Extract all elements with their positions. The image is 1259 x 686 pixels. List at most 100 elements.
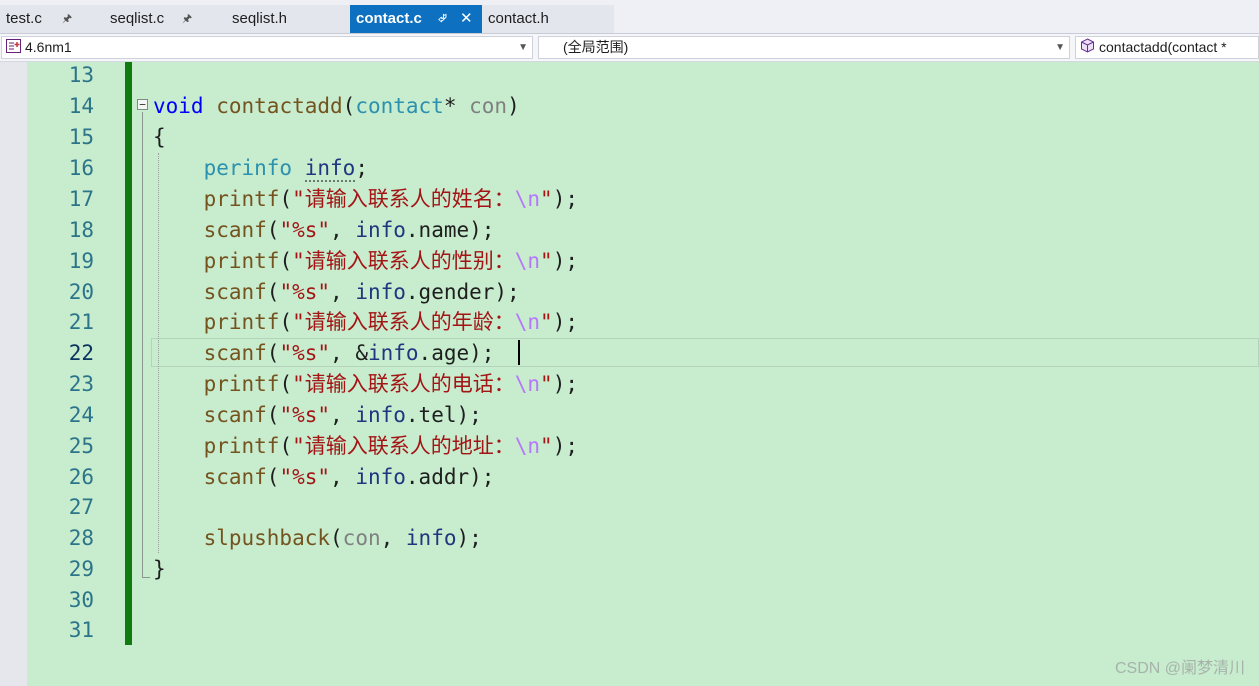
- code-line-23[interactable]: printf("请输入联系人的电话：\n");: [153, 369, 578, 400]
- method-cube-icon: [1080, 38, 1095, 58]
- function-name: printf: [203, 249, 280, 273]
- string-literal: "%s": [279, 465, 331, 489]
- tab-label: contact.c: [356, 10, 422, 27]
- function-name: printf: [203, 434, 280, 458]
- parameter: con: [469, 94, 508, 118]
- line-number: 24: [68, 403, 94, 427]
- document-tab-strip: test.c 🖈︎ seqlist.c 🖈︎ seqlist.h contact…: [0, 0, 1259, 34]
- code-line-16[interactable]: perinfo info;: [153, 153, 368, 184]
- variable: info: [355, 218, 406, 242]
- string-literal: "请输入联系人的电话：: [292, 372, 515, 396]
- type-name: contact: [355, 94, 444, 118]
- member-access: .tel);: [405, 403, 482, 427]
- line-number: 20: [68, 280, 94, 304]
- code-line-20[interactable]: scanf("%s", info.gender);: [153, 277, 520, 308]
- pin-icon[interactable]: 🖈︎: [62, 5, 72, 33]
- tab-label: seqlist.c: [110, 10, 165, 27]
- keyword: void: [153, 94, 204, 118]
- parameter: con: [342, 526, 381, 550]
- string-literal: "%s": [279, 280, 331, 304]
- member-name: contactadd(contact *: [1099, 39, 1227, 55]
- tab-label: seqlist.h: [232, 10, 288, 27]
- code-line-15[interactable]: {: [153, 122, 166, 153]
- tab-contact-h[interactable]: contact.h: [482, 5, 614, 33]
- code-line-22[interactable]: scanf("%s", &info.age);: [153, 338, 495, 369]
- variable: info: [304, 156, 356, 182]
- code-line-29[interactable]: }: [153, 554, 166, 585]
- line-number: 26: [68, 465, 94, 489]
- string-literal: "请输入联系人的地址：: [292, 434, 515, 458]
- tab-seqlist-c[interactable]: seqlist.c 🖈︎: [104, 5, 226, 33]
- pin-icon[interactable]: ⮰: [438, 5, 447, 33]
- line-number: 31: [68, 618, 94, 642]
- collapse-icon[interactable]: −: [137, 99, 148, 110]
- line-number: 16: [68, 156, 94, 180]
- function-name: printf: [203, 310, 280, 334]
- line-number: 15: [68, 125, 94, 149]
- tab-label: contact.h: [488, 10, 549, 27]
- code-line-21[interactable]: printf("请输入联系人的年龄：\n");: [153, 307, 578, 338]
- outline-end: [142, 577, 150, 578]
- code-line-19[interactable]: printf("请输入联系人的性别：\n");: [153, 246, 578, 277]
- line-number: 18: [68, 218, 94, 242]
- string-literal: "%s": [279, 218, 331, 242]
- member-access: .name);: [405, 218, 495, 242]
- code-line-14[interactable]: void contactadd(contact* con): [153, 91, 520, 122]
- tab-label: test.c: [6, 10, 42, 27]
- function-name: scanf: [203, 403, 267, 427]
- project-dropdown[interactable]: 4.6nm1 ▼: [1, 36, 533, 59]
- code-line-26[interactable]: scanf("%s", info.addr);: [153, 462, 495, 493]
- escape-sequence: \n: [514, 249, 541, 273]
- function-name: printf: [203, 372, 280, 396]
- chevron-down-icon[interactable]: ▼: [518, 37, 528, 58]
- line-number: 17: [68, 187, 94, 211]
- variable: info: [355, 465, 406, 489]
- outline-line: [142, 112, 143, 577]
- variable: info: [355, 280, 406, 304]
- brace: {: [153, 125, 166, 149]
- function-name: scanf: [203, 341, 267, 365]
- string-literal: "请输入联系人的姓名：: [292, 187, 515, 211]
- pin-icon[interactable]: 🖈︎: [182, 5, 192, 33]
- member-access: .addr);: [405, 465, 495, 489]
- member-access: .gender);: [405, 280, 520, 304]
- function-name: scanf: [203, 218, 267, 242]
- project-icon: [6, 38, 21, 58]
- member-access: .age);: [418, 341, 495, 365]
- function-name: printf: [203, 187, 280, 211]
- tab-contact-c[interactable]: contact.c ⮰ ✕: [350, 5, 482, 33]
- code-line-25[interactable]: printf("请输入联系人的地址：\n");: [153, 431, 578, 462]
- tab-test-c[interactable]: test.c 🖈︎: [0, 5, 104, 33]
- line-number: 23: [68, 372, 94, 396]
- scope-dropdown[interactable]: (全局范围) ▼: [538, 36, 1070, 59]
- tab-seqlist-h[interactable]: seqlist.h: [226, 5, 350, 33]
- code-line-17[interactable]: printf("请输入联系人的姓名：\n");: [153, 184, 578, 215]
- line-number: 21: [68, 310, 94, 334]
- line-number: 27: [68, 495, 94, 519]
- code-line-18[interactable]: scanf("%s", info.name);: [153, 215, 495, 246]
- scope-name: (全局范围): [563, 39, 629, 55]
- code-line-24[interactable]: scanf("%s", info.tel);: [153, 400, 482, 431]
- type-name: perinfo: [203, 156, 293, 180]
- navigation-bar: 4.6nm1 ▼ (全局范围) ▼ contactadd(contact *: [0, 34, 1259, 62]
- variable: info: [355, 403, 406, 427]
- function-name: scanf: [203, 465, 267, 489]
- line-number: 28: [68, 526, 94, 550]
- close-icon[interactable]: ✕: [460, 5, 473, 33]
- string-literal: "请输入联系人的性别：: [292, 249, 515, 273]
- text-caret: [518, 340, 520, 365]
- chevron-down-icon[interactable]: ▼: [1055, 37, 1065, 58]
- escape-sequence: \n: [514, 372, 541, 396]
- line-number: 29: [68, 557, 94, 581]
- line-number: 30: [68, 588, 94, 612]
- brace: }: [153, 557, 166, 581]
- line-number: 14: [68, 94, 94, 118]
- escape-sequence: \n: [514, 187, 541, 211]
- member-dropdown[interactable]: contactadd(contact *: [1075, 36, 1259, 59]
- code-line-28[interactable]: slpushback(con, info);: [153, 523, 482, 554]
- change-tracking-bar: [125, 62, 132, 645]
- string-literal: "请输入联系人的年龄：: [292, 310, 515, 334]
- function-name: slpushback: [203, 526, 331, 550]
- string-literal: "%s": [279, 403, 331, 427]
- watermark: CSDN @阑梦清川: [1114, 660, 1245, 677]
